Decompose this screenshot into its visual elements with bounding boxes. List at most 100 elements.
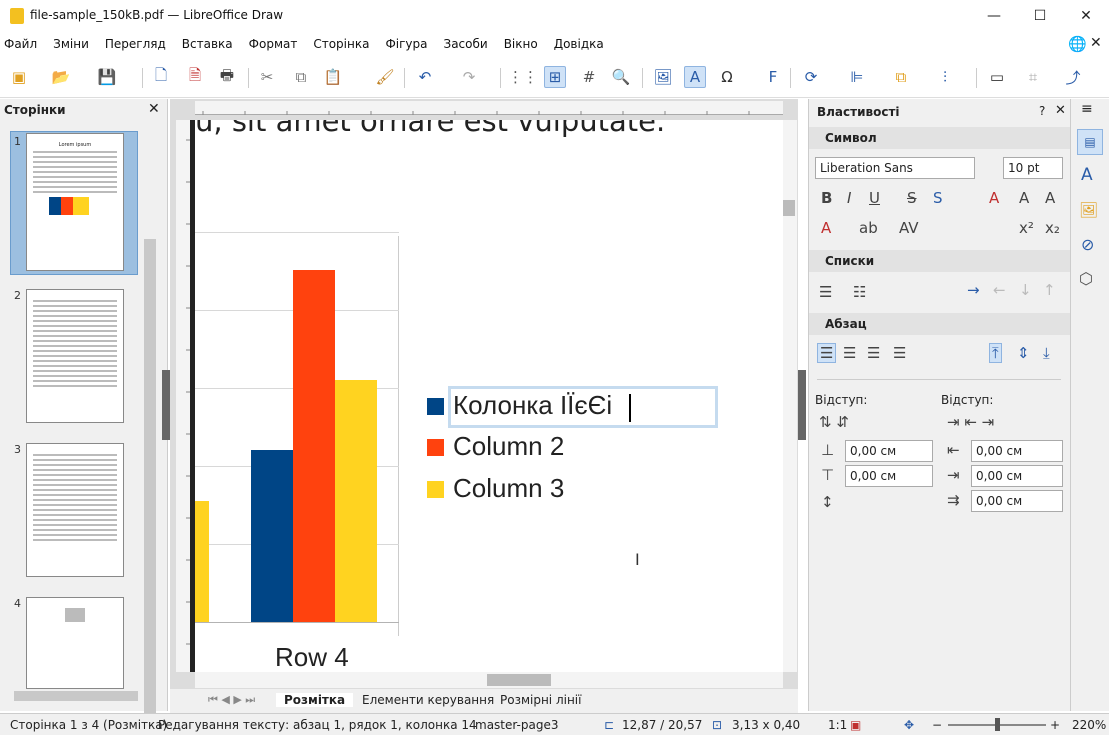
indent-icons[interactable]: ⇥ ⇤ ⇥ — [947, 413, 994, 431]
redo-icon[interactable]: ↷ — [458, 66, 480, 88]
align-left-icon[interactable]: ☰ — [817, 343, 837, 363]
menu-tools[interactable]: Засоби — [444, 37, 488, 51]
align-top-icon[interactable]: ⤒ — [989, 343, 1002, 363]
transformations-icon[interactable]: ⟳ — [800, 66, 822, 88]
zoom-out-icon[interactable]: − — [932, 718, 942, 732]
fit-page-icon[interactable]: ✥ — [904, 718, 914, 732]
special-character-icon[interactable]: Ω — [716, 66, 738, 88]
align-bottom-icon[interactable]: ⤓ — [1043, 344, 1050, 362]
align-center-icon[interactable]: ☰ — [843, 344, 856, 362]
help-icon[interactable]: ? — [1039, 104, 1045, 118]
canvas-vscrollbar[interactable] — [783, 120, 797, 672]
new-document-icon[interactable]: ▣ — [8, 66, 30, 88]
collapse-sidebar-handle[interactable] — [798, 370, 806, 440]
export-icon[interactable]: 🗋 — [150, 66, 172, 88]
below-spacing-field[interactable]: 0,00 см — [845, 465, 933, 487]
subscript-icon[interactable]: x₂ — [1045, 219, 1060, 237]
italic-icon[interactable]: I — [847, 189, 851, 207]
cut-icon[interactable]: ✂ — [256, 66, 278, 88]
strikethrough-icon[interactable]: S — [907, 189, 917, 207]
points-icon[interactable]: ⤴ — [1062, 66, 1084, 88]
globe-icon[interactable]: 🌐 — [1068, 35, 1087, 53]
arrange-icon[interactable]: ⧉ — [890, 66, 912, 88]
move-down-icon[interactable]: ↓ — [1019, 281, 1032, 299]
first-line-indent-field[interactable]: 0,00 см — [971, 490, 1063, 512]
styles-deck-icon[interactable]: A — [1081, 165, 1093, 185]
status-master-page[interactable]: master-page3 — [475, 718, 558, 732]
canvas-hscrollbar[interactable] — [195, 672, 783, 688]
menu-help[interactable]: Довідка — [554, 37, 604, 51]
document-page[interactable]: u, sit amet ornare est vulputate. Колонк… — [195, 120, 783, 672]
clone-formatting-icon[interactable]: 🖌 — [374, 66, 396, 88]
ordered-list-icon[interactable]: ☷ — [853, 283, 866, 301]
navigator-deck-icon[interactable]: ⊘ — [1081, 235, 1094, 254]
justify-icon[interactable]: ☰ — [893, 344, 906, 362]
paragraph-section-header[interactable]: Абзац — [809, 313, 1071, 335]
lists-section-header[interactable]: Списки — [809, 250, 1071, 272]
line-spacing-icon[interactable]: ↕ — [821, 493, 834, 511]
minimize-button[interactable]: — — [971, 0, 1017, 32]
font-color-icon[interactable]: A — [821, 219, 831, 237]
superscript-icon[interactable]: x² — [1019, 219, 1034, 237]
pages-scrollbar[interactable] — [144, 239, 156, 729]
character-spacing-icon[interactable]: AV — [899, 219, 919, 237]
grow-font-icon[interactable]: A — [1019, 189, 1029, 207]
legend-label-2[interactable]: Column 2 — [453, 431, 564, 462]
export-pdf-icon[interactable]: 🗎 — [184, 66, 206, 88]
promote-icon[interactable]: ← — [993, 281, 1006, 299]
menu-page[interactable]: Сторінка — [313, 37, 369, 51]
tab-nav-icons[interactable]: ⏮ ◀ ▶ ⏭ — [208, 693, 255, 707]
underline-icon[interactable]: U — [869, 189, 880, 207]
insert-textbox-icon[interactable]: A — [684, 66, 706, 88]
highlight-icon[interactable]: ab — [859, 219, 878, 237]
collapse-pane-handle[interactable] — [162, 370, 170, 440]
move-up-icon[interactable]: ↑ — [1043, 281, 1056, 299]
zoom-in-icon[interactable]: + — [1050, 718, 1060, 732]
close-sidebar-icon[interactable]: ✕ — [1055, 103, 1066, 118]
copy-icon[interactable]: ⧉ — [290, 66, 312, 88]
after-text-indent-field[interactable]: 0,00 см — [971, 465, 1063, 487]
close-pane-icon[interactable]: ✕ — [148, 101, 160, 117]
character-section-header[interactable]: Символ — [809, 127, 1071, 149]
menu-shape[interactable]: Фігура — [385, 37, 427, 51]
paste-icon[interactable]: 📋 — [322, 66, 344, 88]
menu-view[interactable]: Перегляд — [105, 37, 166, 51]
tab-controls[interactable]: Елементи керування — [362, 693, 494, 707]
snap-icon[interactable]: # — [578, 66, 600, 88]
legend-label-3[interactable]: Column 3 — [453, 473, 564, 504]
align-objects-icon[interactable]: ⊫ — [846, 66, 868, 88]
text-edit-frame[interactable] — [448, 386, 718, 428]
menu-edit[interactable]: Зміни — [53, 37, 89, 51]
bold-icon[interactable]: B — [821, 189, 832, 207]
vertical-ruler[interactable] — [176, 120, 190, 672]
open-icon[interactable]: 📂 — [50, 66, 72, 88]
sidebar-menu-icon[interactable]: ≡ — [1081, 101, 1093, 117]
horizontal-ruler[interactable] — [195, 101, 783, 115]
undo-icon[interactable]: ↶ — [414, 66, 436, 88]
status-zoom[interactable]: 220% — [1072, 718, 1106, 732]
close-document-icon[interactable]: ✕ — [1090, 35, 1102, 51]
crop-icon[interactable]: ⌗ — [1022, 66, 1044, 88]
properties-deck-icon[interactable]: ▤ — [1077, 129, 1103, 155]
paragraph-spacing-icons[interactable]: ⇅ ⇵ — [819, 413, 849, 431]
shapes-deck-icon[interactable]: ⬡ — [1079, 269, 1093, 288]
distribute-icon[interactable]: ⫶ — [934, 66, 956, 88]
align-right-icon[interactable]: ☰ — [867, 344, 880, 362]
menu-window[interactable]: Вікно — [504, 37, 538, 51]
shadow-icon[interactable]: ▭ — [986, 66, 1008, 88]
shrink-font-icon[interactable]: A — [1045, 189, 1055, 207]
pages-hscrollbar[interactable] — [14, 691, 138, 701]
shadow-text-icon[interactable]: S — [933, 189, 943, 207]
print-icon[interactable]: 🖶 — [216, 66, 238, 88]
chart-bar-2[interactable] — [293, 270, 335, 622]
above-spacing-field[interactable]: 0,00 см — [845, 440, 933, 462]
clear-formatting-icon[interactable]: A — [989, 189, 999, 207]
unordered-list-icon[interactable]: ☰ — [819, 283, 832, 301]
zoom-pan-icon[interactable]: 🔍 — [610, 66, 632, 88]
chart-bar-1[interactable] — [251, 450, 293, 622]
chart-bar-3[interactable] — [335, 380, 377, 622]
menu-file[interactable]: Файл — [4, 37, 37, 51]
fontwork-icon[interactable]: F — [762, 66, 784, 88]
menu-format[interactable]: Формат — [249, 37, 298, 51]
demote-icon[interactable]: → — [967, 281, 980, 299]
